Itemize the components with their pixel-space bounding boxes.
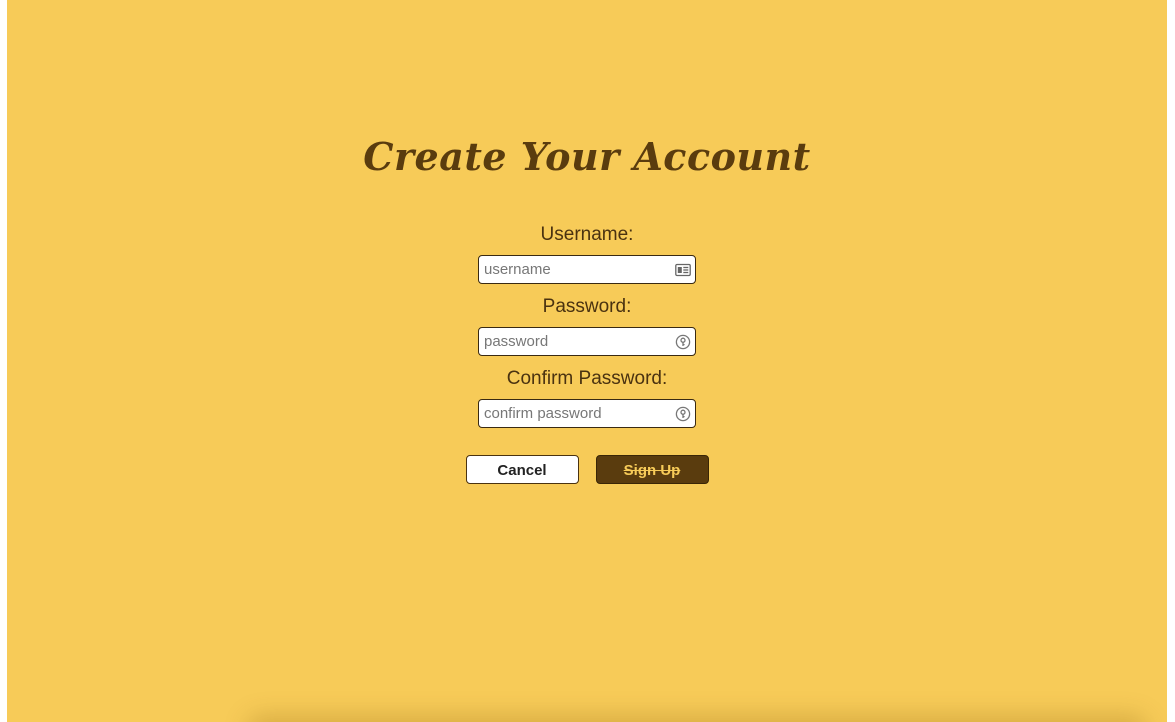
contact-card-icon[interactable] <box>675 262 691 278</box>
password-input[interactable] <box>479 328 669 355</box>
signup-page: Create Your Account Username: Password: <box>7 0 1167 722</box>
sign-up-button[interactable]: Sign Up <box>595 455 709 484</box>
confirm-password-label: Confirm Password: <box>506 368 668 389</box>
key-icon[interactable] <box>675 334 691 350</box>
username-field-wrapper <box>478 255 696 284</box>
password-field-wrapper <box>478 327 696 356</box>
signup-form: Username: Password: Confirm Password: <box>7 220 1167 484</box>
username-input[interactable] <box>479 256 669 283</box>
confirm-password-input[interactable] <box>479 400 669 427</box>
form-actions: Cancel Sign Up <box>465 455 709 484</box>
cancel-button[interactable]: Cancel <box>465 455 579 484</box>
password-label: Password: <box>542 296 632 317</box>
page-title: Create Your Account <box>363 134 811 179</box>
key-icon[interactable] <box>675 406 691 422</box>
confirm-password-field-wrapper <box>478 399 696 428</box>
username-label: Username: <box>540 224 634 245</box>
